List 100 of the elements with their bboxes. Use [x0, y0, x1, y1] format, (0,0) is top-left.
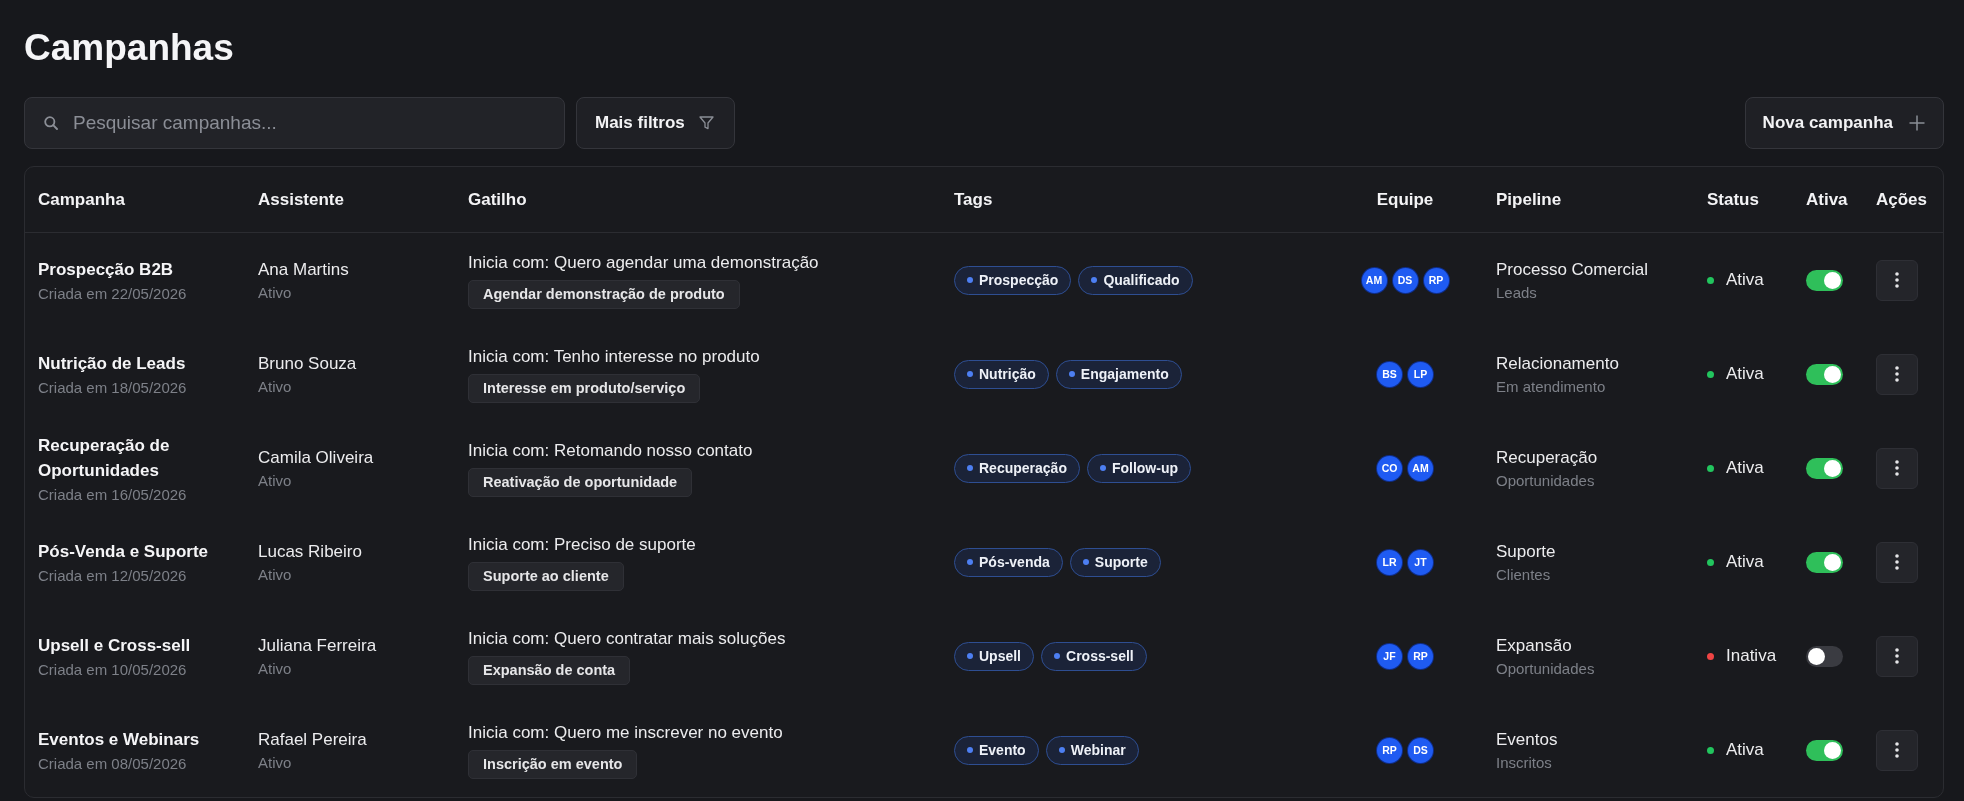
- created-date: Criada em 10/05/2026: [38, 661, 187, 679]
- status-label: Ativa: [1726, 269, 1764, 291]
- dot-icon: [967, 559, 973, 565]
- campaign-name: Eventos e Webinars: [38, 729, 200, 751]
- created-date: Criada em 08/05/2026: [38, 755, 187, 773]
- tag: Nutrição: [954, 359, 1049, 389]
- campaign-name: Recuperação de Oportunidades: [38, 434, 171, 482]
- pipeline-name: Suporte: [1496, 540, 1556, 563]
- toggle-switch[interactable]: [1806, 363, 1843, 385]
- team-avatar: LR: [1377, 549, 1402, 575]
- actions-button[interactable]: [1876, 635, 1918, 677]
- vertical-dots-icon: [1895, 648, 1899, 664]
- trigger-text: Inicia com: Quero agendar uma demonstração: [468, 251, 819, 274]
- trigger-text: Inicia com: Preciso de suporte: [468, 533, 696, 556]
- dot-icon: [967, 653, 973, 659]
- created-date: Criada em 12/05/2026: [38, 567, 187, 585]
- tag: Engajamento: [1055, 359, 1182, 389]
- assistant-name: Rafael Pereira: [258, 728, 367, 751]
- campaign-name: Nutrição de Leads: [38, 353, 186, 375]
- team-avatar: JT: [1408, 549, 1433, 575]
- search-field[interactable]: Pesquisar campanhas...: [24, 97, 565, 149]
- tag: Upsell: [954, 641, 1034, 671]
- trigger-label: Reativação de oportunidade: [468, 467, 693, 497]
- tag: Recuperação: [954, 453, 1080, 483]
- dot-icon: [967, 465, 973, 471]
- new-campaign-button[interactable]: Nova campanha: [1744, 97, 1944, 149]
- team-avatar: RP: [1408, 643, 1433, 669]
- toggle-switch[interactable]: [1806, 739, 1843, 761]
- dot-icon: [1091, 277, 1098, 283]
- team-avatar: DS: [1392, 267, 1418, 293]
- pipeline-stage: Inscritos: [1496, 753, 1552, 772]
- assistant-status: Ativo: [258, 659, 292, 678]
- tag: Pós-venda: [954, 547, 1063, 577]
- toggle-switch[interactable]: [1806, 645, 1843, 667]
- dot-icon: [1082, 559, 1089, 565]
- tag: Prospecção: [954, 265, 1072, 295]
- actions-button[interactable]: [1876, 729, 1918, 771]
- trigger-text: Inicia com: Retomando nosso contato: [468, 439, 753, 462]
- assistant-name: Lucas Ribeiro: [258, 540, 362, 563]
- toggle-switch[interactable]: [1806, 551, 1843, 573]
- pipeline-name: Relacionamento: [1496, 352, 1619, 375]
- pipeline-stage: Oportunidades: [1496, 471, 1595, 490]
- status-label: Ativa: [1726, 551, 1764, 573]
- filter-icon: [698, 116, 714, 130]
- pipeline-stage: Oportunidades: [1496, 659, 1595, 678]
- column-header: Tags: [954, 189, 993, 209]
- assistant-name: Camila Oliveira: [258, 446, 374, 469]
- dot-icon: [1054, 653, 1060, 659]
- assistant-status: Ativo: [258, 377, 292, 396]
- assistant-name: Bruno Souza: [258, 352, 357, 375]
- team-avatar: JF: [1377, 643, 1402, 669]
- assistant-status: Ativo: [258, 283, 292, 302]
- trigger-text: Inicia com: Quero contratar mais soluções: [468, 627, 786, 650]
- dot-icon: [967, 371, 973, 377]
- column-header: Gatilho: [468, 189, 527, 209]
- team-avatar: BS: [1377, 361, 1402, 387]
- vertical-dots-icon: [1895, 272, 1899, 288]
- actions-button[interactable]: [1876, 259, 1918, 301]
- pipeline-stage: Leads: [1496, 283, 1537, 302]
- pipeline-name: Expansão: [1496, 634, 1572, 657]
- column-header: Assistente: [258, 189, 344, 209]
- assistant-status: Ativo: [258, 471, 292, 490]
- actions-button[interactable]: [1876, 541, 1918, 583]
- created-date: Criada em 18/05/2026: [38, 379, 187, 397]
- trigger-label: Agendar demonstração de produto: [468, 279, 740, 309]
- column-header: Ações: [1876, 189, 1928, 209]
- dot-icon: [967, 277, 973, 283]
- toggle-switch[interactable]: [1806, 269, 1843, 291]
- tag: Webinar: [1045, 735, 1139, 765]
- assistant-name: Ana Martins: [258, 258, 349, 281]
- pipeline-stage: Em atendimento: [1496, 377, 1606, 396]
- vertical-dots-icon: [1895, 366, 1899, 382]
- status-label: Ativa: [1726, 457, 1764, 479]
- campaign-name: Upsell e Cross-sell: [38, 635, 191, 657]
- column-header: Pipeline: [1496, 189, 1562, 209]
- pipeline-name: Recuperação: [1496, 446, 1598, 469]
- tag: Cross-sell: [1041, 641, 1147, 671]
- page-title: Campanhas: [24, 26, 234, 70]
- trigger-label: Expansão de conta: [468, 655, 631, 685]
- trigger-text: Inicia com: Quero me inscrever no evento: [468, 721, 783, 744]
- status-label: Ativa: [1726, 739, 1764, 761]
- tag: Qualificado: [1078, 265, 1193, 295]
- actions-button[interactable]: [1876, 353, 1918, 395]
- team-avatar: DS: [1408, 737, 1433, 763]
- search-icon: [44, 116, 58, 130]
- column-header: Status: [1707, 189, 1759, 209]
- tag: Suporte: [1069, 547, 1161, 577]
- team-avatar: AM: [1361, 267, 1387, 293]
- actions-button[interactable]: [1876, 447, 1918, 489]
- toggle-switch[interactable]: [1806, 457, 1843, 479]
- tag: Follow-up: [1086, 453, 1192, 483]
- campaign-name: Prospecção B2B: [38, 259, 174, 281]
- vertical-dots-icon: [1895, 460, 1899, 476]
- tag: Evento: [954, 735, 1039, 765]
- assistant-status: Ativo: [258, 753, 292, 772]
- filter-button[interactable]: Mais filtros: [576, 97, 735, 149]
- assistant-name: Juliana Ferreira: [258, 634, 377, 657]
- created-date: Criada em 16/05/2026: [38, 485, 187, 504]
- team-avatar: LP: [1408, 361, 1433, 387]
- trigger-text: Inicia com: Tenho interesse no produto: [468, 345, 760, 368]
